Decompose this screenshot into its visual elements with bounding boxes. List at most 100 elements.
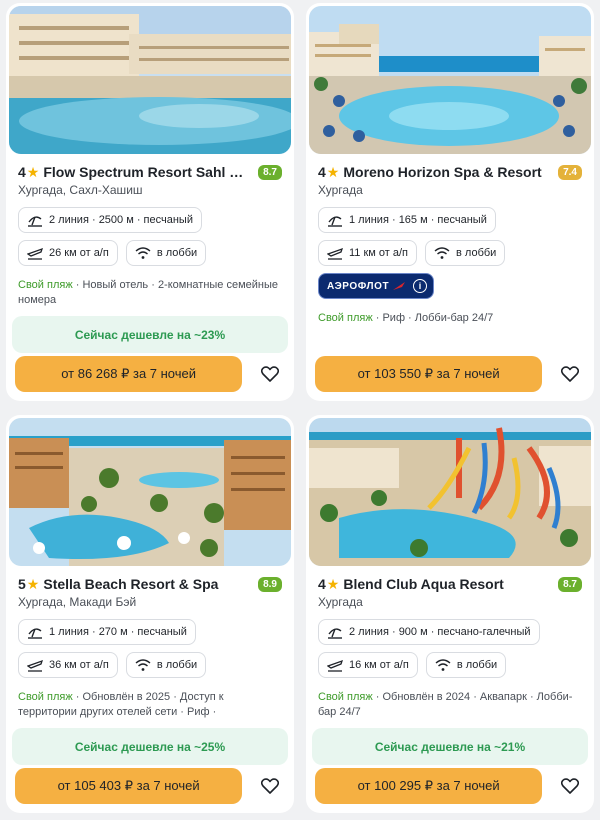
wifi-text: в лобби xyxy=(156,247,198,259)
hotel-chips: 2 линия · 2500 м · песчаный 26 км от а/п… xyxy=(18,207,282,266)
umbrella-icon xyxy=(328,628,342,639)
hotel-photo-image xyxy=(9,6,291,154)
price-button[interactable]: от 86 268 ₽ за 7 ночей xyxy=(15,356,243,392)
heart-icon xyxy=(261,778,280,794)
wifi-text: в лобби xyxy=(156,659,198,671)
hotel-features: Свой пляж · Риф · Лобби-бар 24/7 xyxy=(318,311,582,326)
wifi-icon xyxy=(135,659,151,671)
rating-badge: 8.9 xyxy=(258,576,282,592)
deal-banner: Сейчас дешевле на ~23% xyxy=(12,316,288,353)
hotel-location: Хургада, Макади Бэй xyxy=(18,595,137,609)
hotel-location: Хургада xyxy=(318,595,363,609)
airline-name: АЭРОФЛОТ xyxy=(327,280,390,292)
hotel-photo[interactable] xyxy=(9,6,291,154)
airport-chip: 11 км от а/п xyxy=(318,240,418,266)
hotel-photo-image xyxy=(309,6,591,154)
airport-text: 11 км от а/п xyxy=(349,247,409,259)
beach-text: 1 линия · 165 м · песчаный xyxy=(349,214,487,226)
rating-badge: 7.4 xyxy=(558,164,582,180)
hotel-photo[interactable] xyxy=(309,418,591,566)
hotel-photo[interactable] xyxy=(309,6,591,154)
beach-text: 2 линия · 900 м · песчано-галечный xyxy=(349,626,531,638)
price-button[interactable]: от 103 550 ₽ за 7 ночей xyxy=(315,356,543,392)
hotel-stars: 5 ★ xyxy=(18,575,40,593)
rating-badge: 8.7 xyxy=(258,164,282,180)
favorite-button[interactable] xyxy=(252,356,288,392)
airport-chip: 16 км от а/п xyxy=(318,652,418,678)
heart-icon xyxy=(261,366,280,382)
rating-badge: 8.7 xyxy=(558,576,582,592)
hotel-features: Свой пляж · Новый отель · 2-комнатные се… xyxy=(18,278,282,308)
wifi-text: в лобби xyxy=(456,659,498,671)
wifi-text: в лобби xyxy=(456,247,497,259)
hotel-card[interactable]: 4 ★ Blend Club Aqua Resort 8.7 Хургада 2 … xyxy=(306,415,594,813)
plane-icon xyxy=(27,659,43,672)
hotel-chips: 1 линия · 165 м · песчаный 11 км от а/п … xyxy=(318,207,582,299)
airport-text: 16 км от а/п xyxy=(349,659,409,671)
wifi-icon xyxy=(434,247,450,259)
feature-highlight: Свой пляж xyxy=(318,691,373,703)
airline-wing-icon xyxy=(393,282,406,290)
wifi-chip: в лобби xyxy=(125,240,207,266)
info-icon[interactable]: i xyxy=(413,279,428,293)
favorite-button[interactable] xyxy=(252,768,288,804)
hotel-location: Хургада xyxy=(318,183,363,197)
beach-chip: 2 линия · 2500 м · песчаный xyxy=(18,207,202,233)
favorite-button[interactable] xyxy=(552,356,588,392)
hotel-name[interactable]: Moreno Horizon Spa & Resort xyxy=(343,164,552,180)
price-button[interactable]: от 100 295 ₽ за 7 ночей xyxy=(315,768,543,804)
favorite-button[interactable] xyxy=(552,768,588,804)
hotel-photo-image xyxy=(9,418,291,566)
airport-text: 26 км от а/п xyxy=(49,247,109,259)
wifi-icon xyxy=(435,659,451,671)
hotel-card[interactable]: 4★ Flow Spectrum Resort Sahl Hasheesh 8.… xyxy=(6,3,294,401)
hotel-card[interactable]: 4 ★ Moreno Horizon Spa & Resort 7.4 Хурга… xyxy=(306,3,594,401)
feature-list: · Риф · Лобби-бар 24/7 xyxy=(372,312,494,324)
airport-chip: 36 км от а/п xyxy=(18,652,118,678)
plane-icon xyxy=(327,659,343,672)
hotel-stars: 4 ★ xyxy=(318,163,340,181)
beach-text: 2 линия · 2500 м · песчаный xyxy=(49,214,193,226)
hotel-name[interactable]: Stella Beach Resort & Spa xyxy=(43,576,252,592)
star-icon: ★ xyxy=(26,575,40,592)
deal-banner: Сейчас дешевле на ~25% xyxy=(12,728,288,765)
wifi-chip: в лобби xyxy=(425,240,506,266)
hotel-location: Хургада, Сахл-Хашиш xyxy=(18,183,143,197)
heart-icon xyxy=(561,366,580,382)
hotel-features: Свой пляж · Обновлён в 2024 · Аквапарк ·… xyxy=(318,690,582,720)
beach-chip: 1 линия · 270 м · песчаный xyxy=(18,619,196,645)
umbrella-icon xyxy=(28,216,42,227)
hotel-stars: 4 ★ xyxy=(18,163,40,181)
hotel-features: Свой пляж · Обновлён в 2025 · Доступ к т… xyxy=(18,690,282,720)
star-icon: ★ xyxy=(326,575,340,592)
deal-banner: Сейчас дешевле на ~21% xyxy=(312,728,588,765)
beach-chip: 1 линия · 165 м · песчаный xyxy=(318,207,496,233)
hotel-photo[interactable] xyxy=(9,418,291,566)
hotel-card[interactable]: 5 ★ Stella Beach Resort & Spa 8.9 Хургада… xyxy=(6,415,294,813)
hotel-name[interactable]: Blend Club Aqua Resort xyxy=(343,576,552,592)
hotel-name[interactable]: Flow Spectrum Resort Sahl Hasheesh xyxy=(43,164,252,180)
umbrella-icon xyxy=(328,216,342,227)
hotel-chips: 1 линия · 270 м · песчаный 36 км от а/п … xyxy=(18,619,282,678)
plane-icon xyxy=(327,247,343,260)
hotel-photo-image xyxy=(309,418,591,566)
hotel-grid: 4★ Flow Spectrum Resort Sahl Hasheesh 8.… xyxy=(0,0,600,813)
plane-icon xyxy=(27,247,43,260)
price-button[interactable]: от 105 403 ₽ за 7 ночей xyxy=(15,768,243,804)
wifi-icon xyxy=(135,247,151,259)
hotel-chips: 2 линия · 900 м · песчано-галечный 16 км… xyxy=(318,619,582,678)
wifi-chip: в лобби xyxy=(425,652,507,678)
wifi-chip: в лобби xyxy=(125,652,207,678)
beach-text: 1 линия · 270 м · песчаный xyxy=(49,626,187,638)
hotel-stars: 4 ★ xyxy=(318,575,340,593)
airport-chip: 26 км от а/п xyxy=(18,240,118,266)
feature-highlight: Свой пляж xyxy=(318,312,373,324)
airport-text: 36 км от а/п xyxy=(49,659,109,671)
star-icon: ★ xyxy=(326,163,340,180)
umbrella-icon xyxy=(28,628,42,639)
heart-icon xyxy=(561,778,580,794)
feature-highlight: Свой пляж xyxy=(18,691,73,703)
airline-badge[interactable]: АЭРОФЛОТ i xyxy=(318,273,435,299)
feature-highlight: Свой пляж xyxy=(18,279,73,291)
star-icon: ★ xyxy=(26,163,40,180)
